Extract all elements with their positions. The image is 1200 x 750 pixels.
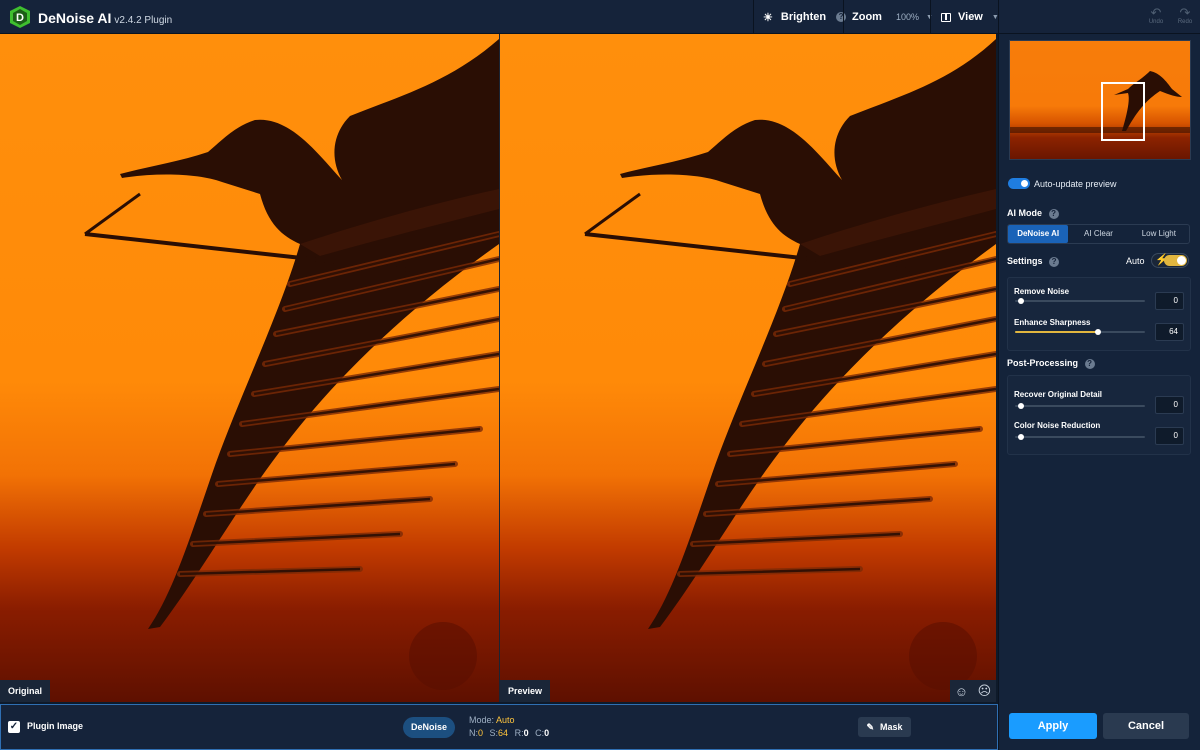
redo-icon: ↷ [1179,5,1191,20]
app-name: DeNoise AI [38,10,112,26]
apply-button[interactable]: Apply [1009,713,1097,739]
toolbar-divider [753,0,754,34]
sun-icon: ☀ [763,11,773,24]
toolbar-divider [843,0,844,34]
brighten-label: Brighten [780,11,827,23]
ai-mode-ai-clear[interactable]: AI Clear [1068,225,1128,243]
mode-label: Mode: [469,715,495,725]
n-value: 0 [478,728,484,738]
settings-panel: Auto-update preview AI Mode ? DeNoise AI… [998,34,1200,750]
auto-update-label: Auto-update preview [1034,179,1117,189]
preview-image-pane[interactable]: Preview [500,34,996,702]
bird-silhouette-image [84,39,499,690]
enhance-sharpness-slider[interactable] [1015,329,1145,335]
ai-mode-denoise-ai[interactable]: DeNoise AI [1008,225,1069,243]
color-noise-label: Color Noise Reduction [1014,421,1101,430]
s-value: 64 [498,728,509,738]
post-processing-title: Post-Processing ? [1007,358,1095,369]
zoom-label: Zoom [852,11,882,23]
cancel-button[interactable]: Cancel [1103,713,1189,739]
settings-title-text: Settings [1007,256,1043,266]
auto-update-toggle[interactable] [1008,178,1030,189]
recover-detail-value[interactable]: 0 [1155,396,1184,414]
original-image-pane[interactable]: Original [0,34,499,702]
color-noise-slider[interactable] [1015,434,1145,440]
smile-face-icon[interactable]: ☺ [955,684,968,699]
toggle-knob [1164,255,1187,266]
enhance-sharpness-value[interactable]: 64 [1155,323,1184,341]
feedback-controls: ☺ ☹ [950,680,996,702]
help-icon[interactable]: ? [1049,257,1060,267]
remove-noise-label: Remove Noise [1014,287,1070,296]
toolbar-divider [930,0,931,34]
help-icon[interactable]: ? [836,12,847,22]
view-button[interactable]: View ▼ [941,0,999,34]
settings-card: Remove Noise 0 Enhance Sharpness 64 [1007,277,1191,351]
denoise-model-button[interactable]: DeNoise [403,717,455,738]
navigator-viewport-box[interactable] [1101,82,1145,141]
ai-mode-title-text: AI Mode [1007,208,1042,218]
enhance-sharpness-label: Enhance Sharpness [1014,318,1091,327]
c-value: 0 [544,728,550,738]
neutral-face-icon[interactable]: ☹ [978,683,992,699]
post-processing-card: Recover Original Detail 0 Color Noise Re… [1007,375,1191,455]
r-label: R: [514,728,524,738]
mode-value: Auto [496,715,515,725]
ai-mode-low-light[interactable]: Low Light [1129,225,1189,243]
mask-button[interactable]: ✎ Mask [858,717,911,737]
slider-thumb[interactable] [1018,298,1024,304]
color-noise-value[interactable]: 0 [1155,427,1184,445]
bird-silhouette-image [584,39,996,690]
auto-settings-toggle[interactable]: ⚡ [1151,253,1189,268]
remove-noise-slider[interactable] [1015,298,1145,304]
view-label: View [958,11,983,23]
auto-label: Auto [1126,256,1145,266]
ai-mode-title: AI Mode ? [1007,208,1059,219]
recover-detail-label: Recover Original Detail [1014,390,1103,399]
help-icon[interactable]: ? [1084,359,1095,369]
app-title: DeNoise AI v2.4.2 Plugin [38,10,172,26]
top-bar: D DeNoise AI v2.4.2 Plugin ☀ Brighten ? Z… [0,0,1200,34]
brighten-button[interactable]: ☀ Brighten ? [763,0,847,34]
slider-thumb[interactable] [1095,329,1101,335]
toolbar-divider [998,0,999,34]
s-label: S: [489,728,499,738]
redo-label: Redo [1177,19,1193,25]
slider-thumb[interactable] [1018,434,1024,440]
redo-button[interactable]: ↷ Redo [1175,6,1195,25]
c-label: C: [535,728,545,738]
post-processing-title-text: Post-Processing [1007,358,1079,368]
n-label: N: [469,728,478,738]
bottom-bar: ✓ Plugin Image DeNoise Mode: Auto N:0 S:… [0,704,998,750]
brush-icon: ✎ [866,722,875,732]
help-icon[interactable]: ? [1048,209,1059,219]
mode-summary: Mode: Auto N:0 S:64 R:0 C:0 [469,714,549,740]
logo-letter: D [16,12,24,24]
preview-label: Preview [500,680,551,702]
undo-icon: ↶ [1150,5,1162,20]
mask-label: Mask [880,722,903,732]
r-value: 0 [523,728,529,738]
original-label: Original [0,680,51,702]
plugin-image-label: Plugin Image [27,721,84,731]
split-view-icon [941,12,951,22]
denoise-logo-icon: D [10,6,30,28]
remove-noise-value[interactable]: 0 [1155,292,1184,310]
ai-mode-selector: DeNoise AI AI Clear Low Light [1007,224,1190,244]
slider-thumb[interactable] [1018,403,1024,409]
zoom-control[interactable]: Zoom 100% ▼ [852,0,933,34]
plugin-image-checkbox[interactable]: ✓ [8,721,20,733]
navigator-thumbnail[interactable] [1009,40,1191,160]
zoom-value: 100% [895,12,919,22]
settings-title: Settings ? [1007,256,1060,267]
app-version: v2.4.2 Plugin [114,15,173,26]
recover-detail-slider[interactable] [1015,403,1145,409]
slider-fill [1015,331,1099,333]
undo-label: Undo [1148,19,1164,25]
undo-button[interactable]: ↶ Undo [1146,6,1166,25]
